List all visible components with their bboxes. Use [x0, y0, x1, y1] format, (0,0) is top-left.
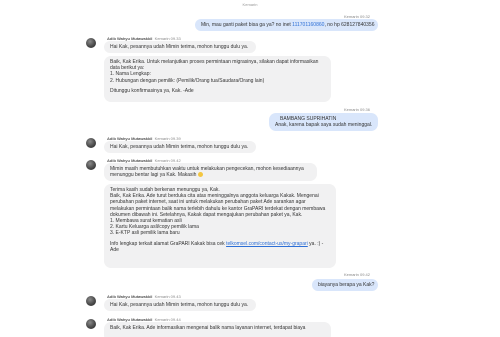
incoming-message-bubble[interactable]: Hai Kak, pesannya udah Mimin terima, moh… — [104, 299, 256, 311]
message-text: Hai Kak, pesannya udah Mimin terima, moh… — [110, 44, 249, 50]
incoming-message-bubble[interactable]: Terima kasih sudah berkenan menunggu ya,… — [104, 184, 336, 268]
message-time: Kemarin 09.36 — [343, 107, 370, 112]
message-time: Kemarin 09.42 — [343, 272, 370, 277]
message-text: biayanya berapa ya Kak? — [318, 282, 375, 288]
message-text: menunggu bentar lagi ya Kak. Makasih — [110, 172, 311, 178]
agent-avatar — [86, 38, 96, 48]
grapari-link[interactable]: telkomsel.com/contact-us/my-grapari — [226, 241, 308, 247]
message-text: Hai Kak, pesannya udah Mimin terima, moh… — [110, 144, 249, 150]
message-text: Min, mau ganti paket bisa ga ya? no inet… — [201, 22, 375, 28]
outgoing-message-bubble[interactable]: biayanya berapa ya Kak? — [312, 279, 378, 291]
outgoing-message-bubble[interactable]: Min, mau ganti paket bisa ga ya? no inet… — [195, 19, 378, 31]
agent-avatar — [86, 160, 96, 170]
incoming-message-bubble[interactable]: Mimin masih membutuhkan waktu untuk mela… — [104, 163, 317, 181]
incoming-message-bubble[interactable]: Hai Kak, pesannya udah Mimin terima, moh… — [104, 41, 256, 53]
day-separator: Kemarin — [242, 2, 258, 7]
incoming-message-bubble[interactable]: Hai Kak, pesannya udah Mimin terima, moh… — [104, 141, 256, 153]
outgoing-message-bubble[interactable]: BAMBANG SUPRIHATIN Anak, karena bapak sa… — [269, 113, 378, 131]
message-text: Baik, Kak Erika. Ade informasikan mengen… — [110, 325, 306, 331]
message-text: Ade — [110, 246, 119, 253]
agent-avatar — [86, 138, 96, 148]
message-text: Anak, karena bapak saya sudah meninggal. — [275, 122, 373, 129]
message-text: Info lengkap terkait alamat GraPARI Kaka… — [110, 240, 324, 247]
message-text: perubahan paket internet, saat ini untuk… — [110, 199, 306, 206]
smile-emoji-icon — [197, 172, 203, 178]
agent-avatar — [86, 319, 96, 329]
message-text: melakukan permintaan balik nama terlebih… — [110, 205, 326, 212]
message-text: Hai Kak, pesannya udah Mimin terima, moh… — [110, 302, 249, 308]
message-text: Ditunggu konfirmasinya ya, Kak. -Ade — [110, 87, 194, 94]
phone-number-link[interactable]: 111701160860 — [292, 22, 324, 28]
incoming-message-bubble[interactable]: Baik, Kak Erika. Untuk melanjutkan prose… — [104, 56, 331, 102]
agent-avatar — [86, 296, 96, 306]
incoming-message-bubble[interactable]: Baik, Kak Erika. Ade informasikan mengen… — [104, 322, 331, 337]
